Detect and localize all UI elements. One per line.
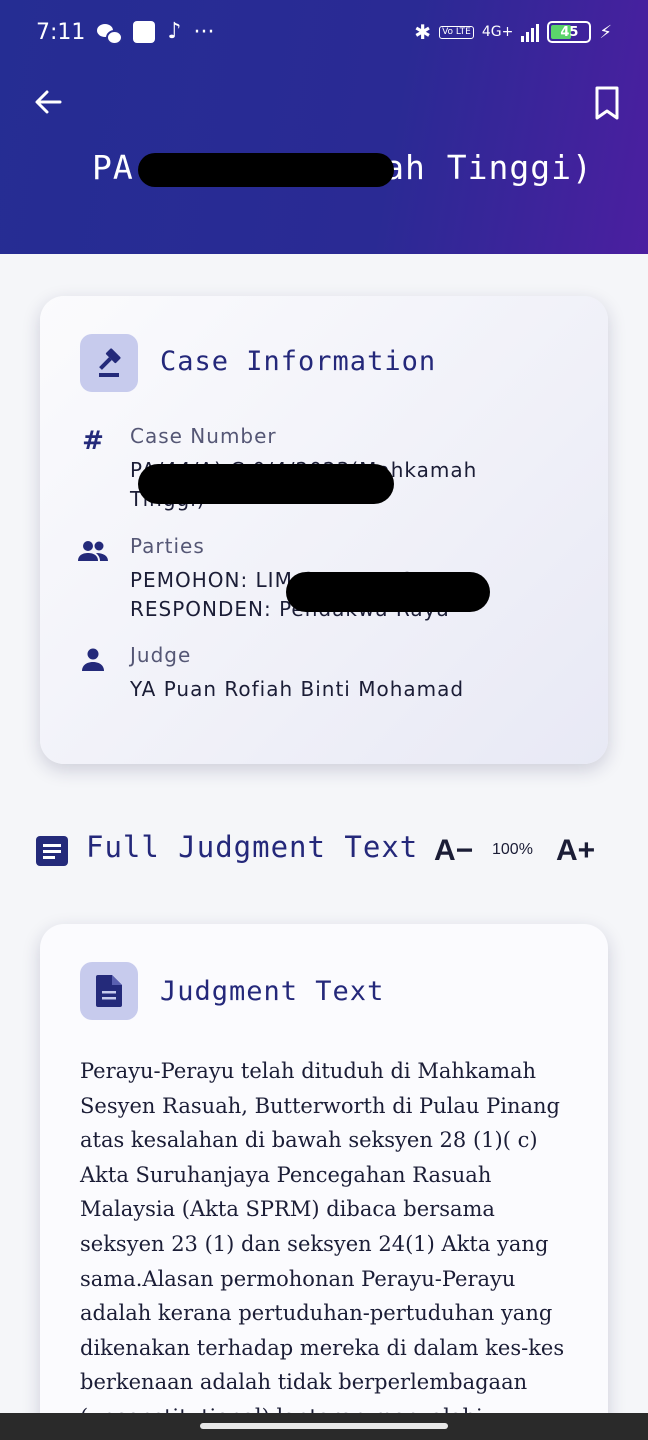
judgment-icon-tile bbox=[80, 962, 138, 1020]
full-judgment-section-header: Full Judgment Text A− 100% A+ bbox=[36, 826, 616, 876]
redaction-mark bbox=[286, 572, 490, 612]
increase-font-button[interactable]: A+ bbox=[556, 834, 595, 868]
person-icon bbox=[78, 644, 108, 674]
more-notifications-icon: ··· bbox=[193, 19, 215, 45]
back-button[interactable] bbox=[28, 82, 68, 122]
battery-level: 45 bbox=[560, 24, 579, 40]
parties-label: Parties bbox=[130, 534, 205, 558]
case-information-title: Case Information bbox=[160, 346, 437, 377]
volte-badge: Vo LTE bbox=[439, 25, 474, 39]
home-indicator[interactable] bbox=[200, 1423, 448, 1429]
article-icon bbox=[36, 836, 68, 866]
hash-icon: # bbox=[82, 426, 104, 456]
status-time: 7:11 bbox=[36, 19, 86, 45]
people-icon bbox=[78, 536, 108, 566]
app-header: 7:11 ♪ ··· ✱ Vo LTE 4G+ 45 ⚡ PA Tinggi) bbox=[0, 0, 648, 254]
section-title: Full Judgment Text bbox=[86, 830, 419, 864]
arrow-left-icon bbox=[35, 90, 62, 114]
app-notification-icon bbox=[133, 21, 156, 43]
redaction-mark bbox=[138, 464, 394, 504]
decrease-font-button[interactable]: A− bbox=[434, 834, 473, 868]
bookmark-icon bbox=[595, 86, 619, 120]
gavel-icon bbox=[99, 348, 121, 377]
navigation-bar bbox=[0, 1413, 648, 1440]
network-type: 4G+ bbox=[481, 24, 514, 40]
case-information-card: Case Information # Case Number PA/44/A) … bbox=[40, 296, 608, 764]
judgment-text-card: Judgment Text Perayu-Perayu telah ditudu… bbox=[40, 924, 608, 1440]
zoom-level: 100% bbox=[492, 841, 533, 858]
document-icon bbox=[96, 975, 122, 1007]
case-icon-tile bbox=[80, 334, 138, 392]
judge-label: Judge bbox=[130, 643, 192, 667]
charging-icon: ⚡ bbox=[599, 21, 612, 43]
bluetooth-icon: ✱ bbox=[414, 20, 432, 44]
signal-icon bbox=[521, 22, 540, 42]
tiktok-icon: ♪ bbox=[167, 19, 182, 44]
bookmark-button[interactable] bbox=[590, 84, 626, 124]
redaction-mark bbox=[138, 153, 394, 187]
wechat-icon bbox=[97, 22, 124, 45]
battery-icon: 45 bbox=[547, 21, 592, 43]
judgment-text-title: Judgment Text bbox=[160, 976, 385, 1007]
judgment-body-text: Perayu-Perayu telah dituduh di Mahkamah … bbox=[80, 1059, 565, 1429]
status-bar: 7:11 ♪ ··· ✱ Vo LTE 4G+ 45 ⚡ bbox=[0, 0, 648, 64]
case-number-label: Case Number bbox=[130, 424, 277, 448]
judge-value: YA Puan Rofiah Binti Mohamad bbox=[130, 677, 465, 701]
